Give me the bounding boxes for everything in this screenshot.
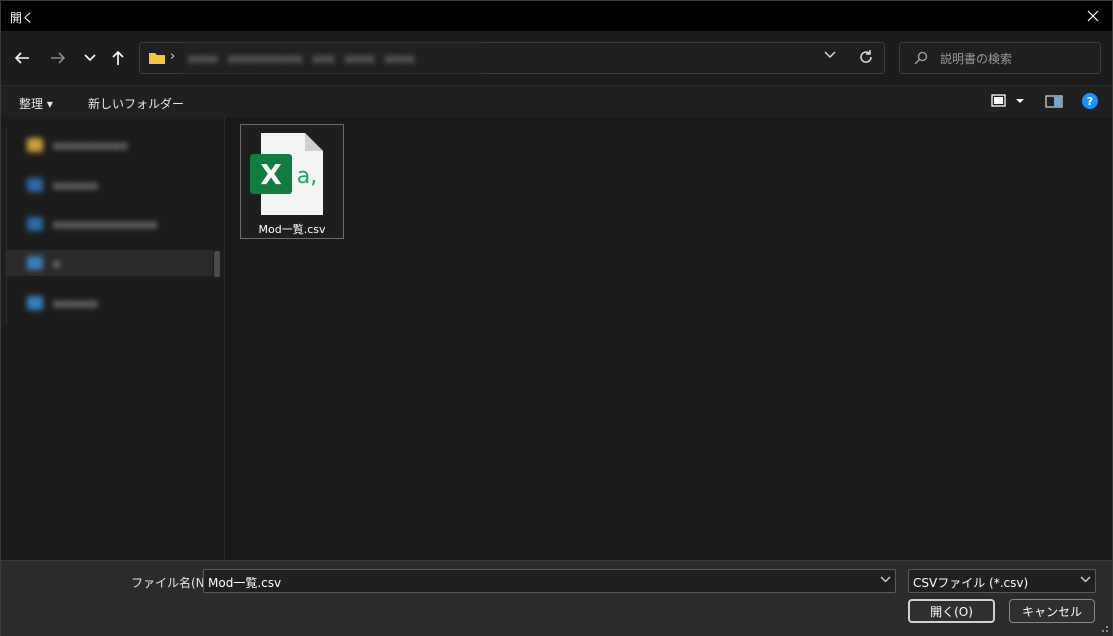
resize-grip-icon[interactable] — [1099, 623, 1109, 633]
help-icon: ? — [1082, 93, 1098, 109]
refresh-icon[interactable] — [858, 49, 874, 65]
help-button[interactable]: ? — [1081, 92, 1099, 113]
folder-icon — [27, 256, 43, 270]
window-title: 開く — [10, 11, 35, 25]
dialog-footer: ファイル名(N): Mod一覧.csv CSVファイル (*.csv) 開く(O… — [1, 560, 1112, 636]
folder-icon — [149, 53, 165, 64]
view-icon — [991, 94, 1024, 107]
excel-csv-icon: X a, — [250, 133, 323, 215]
title-bar: 開く — [1, 1, 1112, 31]
file-name: Mod一覧.csv — [258, 223, 326, 236]
navigation-pane: ▪▪▪▪▪▪▪▪▪▪ ▪▪▪▪▪▪ ▪▪▪▪▪▪▪▪▪▪▪▪▪▪ ▪ ▪▪▪▪▪… — [1, 118, 225, 560]
preview-pane-icon — [1045, 95, 1063, 108]
nav-item[interactable]: ▪▪▪▪▪▪ — [27, 174, 98, 196]
navigation-bar: › ▪▪▪▪ ▪▪▪▪▪▪▪▪▪▪ ▪▪▪ ▪▪▪▪ ▪▪▪▪ — [1, 31, 1112, 85]
folder-icon — [27, 178, 43, 192]
open-button[interactable]: 開く(O) — [908, 599, 995, 623]
view-options-button[interactable] — [991, 92, 1027, 113]
filename-field[interactable]: Mod一覧.csv — [203, 569, 896, 593]
pane-divider — [6, 128, 7, 324]
chevron-down-icon — [84, 54, 96, 62]
open-file-dialog: 開く › ▪▪▪▪ ▪▪▪▪▪▪▪▪▪▪ ▪▪▪ ▪▪▪▪ ▪▪▪▪ 説明書の検… — [0, 0, 1113, 636]
cancel-button[interactable]: キャンセル — [1009, 599, 1095, 623]
nav-item[interactable]: ▪▪▪▪▪▪▪▪▪▪▪▪▪▪ — [27, 213, 157, 235]
svg-text:a,: a, — [297, 164, 317, 189]
search-box[interactable] — [899, 42, 1101, 74]
back-button[interactable] — [9, 45, 35, 71]
organize-menu[interactable]: 整理 ▾ — [19, 95, 53, 112]
forward-button[interactable] — [45, 45, 71, 71]
folder-icon — [27, 138, 43, 152]
scrollbar[interactable] — [214, 251, 220, 277]
chevron-down-icon — [1080, 576, 1091, 583]
up-button[interactable] — [105, 45, 131, 71]
svg-text:X: X — [260, 158, 282, 191]
breadcrumb-separator: › — [170, 49, 176, 64]
filetype-value: CSVファイル (*.csv) — [913, 576, 1029, 590]
filename-value[interactable]: Mod一覧.csv — [208, 574, 281, 591]
address-bar[interactable]: › ▪▪▪▪ ▪▪▪▪▪▪▪▪▪▪ ▪▪▪ ▪▪▪▪ ▪▪▪▪ — [139, 42, 885, 74]
filename-label: ファイル名(N): — [131, 576, 214, 590]
search-input[interactable] — [938, 49, 1092, 69]
chevron-down-icon[interactable] — [880, 576, 891, 583]
nav-item[interactable]: ▪▪▪▪▪▪ — [27, 292, 98, 314]
folder-icon — [27, 217, 43, 231]
folder-icon — [27, 296, 43, 310]
arrow-right-icon — [51, 52, 66, 64]
arrow-up-icon — [112, 50, 124, 65]
command-bar: 整理 ▾ 新しいフォルダー ? — [1, 85, 1112, 118]
nav-item[interactable]: ▪ — [27, 252, 60, 274]
file-list: X a, Mod一覧.csv — [225, 118, 1112, 560]
new-folder-button[interactable]: 新しいフォルダー — [88, 95, 184, 112]
preview-pane-button[interactable] — [1045, 92, 1063, 113]
chevron-down-icon[interactable] — [824, 51, 836, 59]
arrow-left-icon — [14, 52, 29, 64]
nav-item[interactable]: ▪▪▪▪▪▪▪▪▪▪ — [27, 134, 128, 156]
svg-text:?: ? — [1087, 95, 1093, 108]
close-icon — [1087, 10, 1099, 22]
file-item[interactable]: X a, Mod一覧.csv — [240, 124, 344, 239]
recent-locations-button[interactable] — [77, 45, 103, 71]
breadcrumb[interactable]: ▪▪▪▪ ▪▪▪▪▪▪▪▪▪▪ ▪▪▪ ▪▪▪▪ ▪▪▪▪ — [180, 43, 484, 73]
close-button[interactable] — [1080, 4, 1106, 28]
search-icon — [914, 51, 928, 65]
filetype-select[interactable]: CSVファイル (*.csv) — [908, 569, 1096, 593]
